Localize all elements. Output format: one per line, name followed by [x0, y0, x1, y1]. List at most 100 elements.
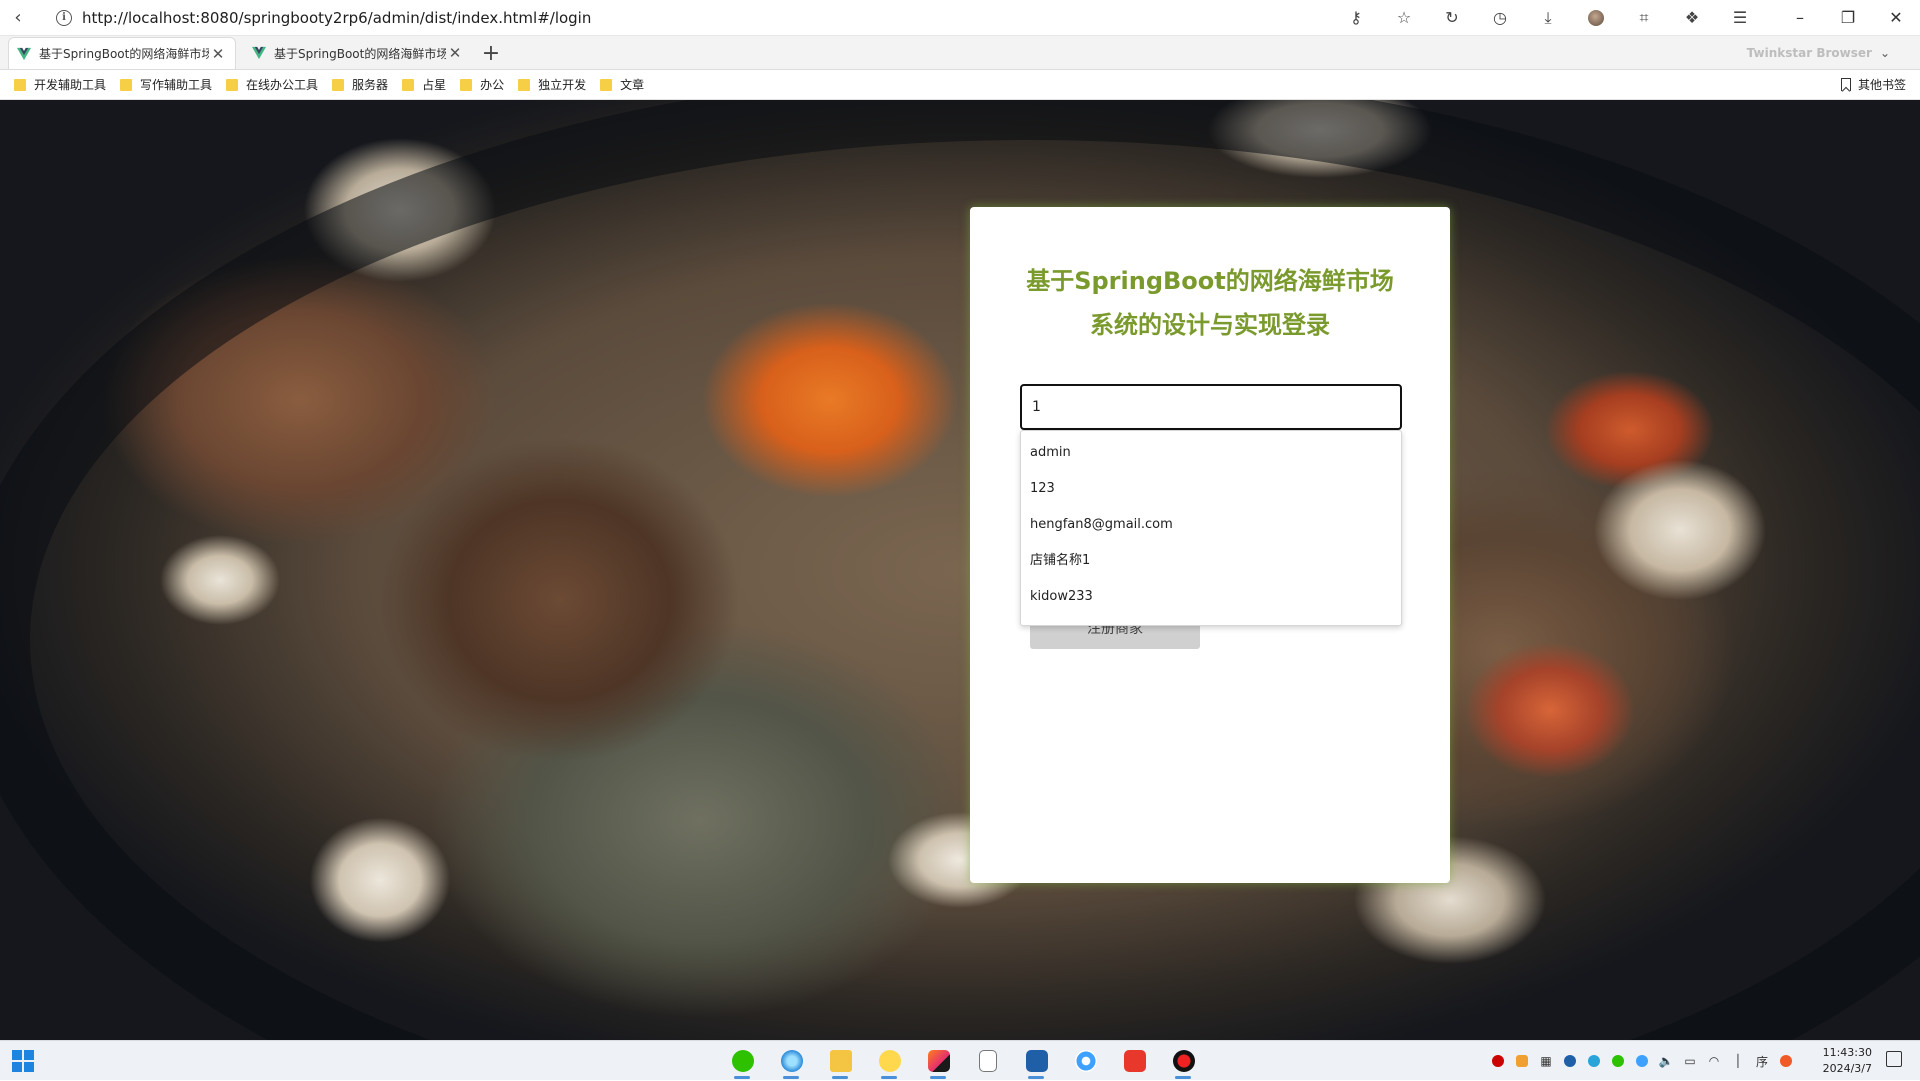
reload-icon[interactable]: ↻ [1428, 0, 1476, 36]
folder-icon [332, 78, 345, 91]
minimize-button[interactable]: – [1776, 0, 1824, 36]
twinkstar-icon [878, 1050, 901, 1072]
menu-icon[interactable]: ☰ [1716, 0, 1764, 36]
autocomplete-option[interactable]: kidow233 [1021, 579, 1401, 615]
bookmark-label: 在线办公工具 [246, 78, 319, 92]
browser-brand[interactable]: Twinkstar Browser ⌄ [1747, 37, 1890, 69]
tab-1[interactable]: 基于SpringBoot的网络海鲜市场系统的设计与实现 ✕ [8, 37, 236, 69]
star-icon[interactable]: ☆ [1380, 0, 1428, 36]
key-icon[interactable]: ⚷ [1332, 0, 1380, 36]
bookmarks-bar: 开发辅助工具 写作辅助工具 在线办公工具 服务器 占星 办公 独立开发 文章 其… [0, 70, 1920, 100]
browser-app[interactable] [767, 1041, 816, 1081]
wifi-icon[interactable]: ◠ [1702, 1041, 1726, 1081]
wps-icon [1123, 1050, 1146, 1072]
notification-icon[interactable] [1886, 1051, 1902, 1067]
intellij-app[interactable] [914, 1041, 963, 1081]
tab-2[interactable]: 基于SpringBoot的网络海鲜市场系统的设计与实现 ✕ [244, 37, 472, 69]
record-icon [1172, 1050, 1195, 1072]
bookmark-folder[interactable]: 在线办公工具 [226, 76, 318, 93]
windows-start-icon[interactable] [12, 1049, 34, 1072]
wechat-icon [731, 1050, 754, 1072]
folder-icon [226, 78, 239, 91]
tab-close-icon[interactable]: ✕ [209, 45, 227, 63]
wechat-tray-icon[interactable] [1606, 1041, 1630, 1081]
new-tab-button[interactable]: + [476, 37, 506, 69]
document-icon [978, 1050, 997, 1072]
site-info-icon[interactable]: i [56, 9, 72, 26]
bookmark-icon [1840, 78, 1851, 91]
volume-icon[interactable]: 🔈 [1654, 1041, 1678, 1081]
tab-bar: 基于SpringBoot的网络海鲜市场系统的设计与实现 ✕ 基于SpringBo… [0, 36, 1920, 70]
input-method-icon[interactable]: 序 [1750, 1041, 1774, 1081]
wechat-app[interactable] [718, 1041, 767, 1081]
title-line-1: 基于SpringBoot的网络海鲜市场 [1026, 267, 1394, 295]
bookmark-folder[interactable]: 写作辅助工具 [120, 76, 212, 93]
tab-title: 基于SpringBoot的网络海鲜市场系统的设计与实现 [274, 46, 446, 61]
chevron-down-icon: ⌄ [1879, 46, 1890, 60]
title-line-2: 系统的设计与实现登录 [1090, 311, 1330, 339]
vue-logo-icon [17, 47, 31, 60]
folder-icon [829, 1050, 852, 1072]
tab-title: 基于SpringBoot的网络海鲜市场系统的设计与实现 [39, 47, 209, 61]
grid-tray-icon[interactable]: ▦ [1534, 1041, 1558, 1081]
bookmark-label: 写作辅助工具 [140, 78, 213, 92]
folder-icon [460, 78, 473, 91]
bookmark-folder[interactable]: 独立开发 [518, 76, 586, 93]
cloud-tray-icon[interactable] [1630, 1041, 1654, 1081]
bookmark-folder[interactable]: 服务器 [332, 76, 388, 93]
bookmark-folder[interactable]: 开发辅助工具 [14, 76, 106, 93]
sogou-icon[interactable] [1774, 1041, 1798, 1081]
v-logo-icon [1025, 1050, 1048, 1072]
bookmark-label: 独立开发 [538, 78, 587, 92]
profile-avatar-icon[interactable] [1572, 0, 1620, 36]
twinkstar-app[interactable] [865, 1041, 914, 1081]
recorder-app[interactable] [1159, 1041, 1208, 1081]
autocomplete-option[interactable]: 123 [1021, 471, 1401, 507]
folder-icon [120, 78, 133, 91]
check-tray-icon[interactable] [1558, 1041, 1582, 1081]
system-clock[interactable]: 11:43:30 2024/3/7 [1800, 1041, 1872, 1081]
bookmark-label: 办公 [480, 78, 505, 92]
baidu-netdisk-app[interactable] [1061, 1041, 1110, 1081]
download-icon[interactable]: ⤓ [1524, 0, 1572, 36]
url-field[interactable]: http://localhost:8080/springbooty2rp6/ad… [82, 9, 1332, 27]
file-explorer-app[interactable] [816, 1041, 865, 1081]
toolbar-icons: ⚷ ☆ ↻ ◷ ⤓ ⌗ ❖ ☰ [1332, 0, 1764, 36]
autocomplete-option[interactable]: hengfan8@gmail.com [1021, 507, 1401, 543]
bookmark-label: 服务器 [352, 78, 389, 92]
clock-date: 2024/3/7 [1822, 1062, 1872, 1075]
back-button[interactable]: ‹ [0, 0, 36, 36]
tab-close-icon[interactable]: ✕ [446, 44, 464, 62]
system-tray: ▦ 🔈 ▭ ◠ │ 序 [1486, 1041, 1798, 1081]
vscode-app[interactable] [1012, 1041, 1061, 1081]
bookmark-label: 开发辅助工具 [34, 78, 107, 92]
microphone-icon[interactable]: │ [1726, 1041, 1750, 1081]
crop-icon[interactable]: ⌗ [1620, 0, 1668, 36]
bookmark-folder[interactable]: 办公 [460, 76, 504, 93]
shield-tray-icon[interactable] [1510, 1041, 1534, 1081]
autocomplete-option[interactable]: admin [1021, 435, 1401, 471]
notepad-app[interactable] [963, 1041, 1012, 1081]
paper-plane-tray-icon[interactable] [1582, 1041, 1606, 1081]
close-window-button[interactable]: ✕ [1872, 0, 1920, 36]
record-tray-icon[interactable] [1486, 1041, 1510, 1081]
bookmark-folder[interactable]: 文章 [600, 76, 644, 93]
address-bar: ‹ i http://localhost:8080/springbooty2rp… [0, 0, 1920, 36]
page-title: 基于SpringBoot的网络海鲜市场 系统的设计与实现登录 [1010, 259, 1410, 347]
brand-label: Twinkstar Browser [1746, 46, 1872, 60]
extensions-icon[interactable]: ❖ [1668, 0, 1716, 36]
bookmark-label: 文章 [620, 78, 645, 92]
wps-app[interactable] [1110, 1041, 1159, 1081]
clock-time: 11:43:30 [1822, 1046, 1872, 1059]
bookmark-label: 占星 [422, 78, 447, 92]
other-bookmarks[interactable]: 其他书签 [1840, 76, 1906, 93]
username-input[interactable] [1020, 384, 1402, 430]
intellij-icon [927, 1050, 950, 1072]
browser-icon [780, 1050, 803, 1072]
restore-button[interactable]: ❐ [1824, 0, 1872, 36]
battery-icon[interactable]: ▭ [1678, 1041, 1702, 1081]
history-icon[interactable]: ◷ [1476, 0, 1524, 36]
autocomplete-option[interactable]: 店铺名称1 [1021, 543, 1401, 579]
bookmark-folder[interactable]: 占星 [402, 76, 446, 93]
folder-icon [518, 78, 531, 91]
